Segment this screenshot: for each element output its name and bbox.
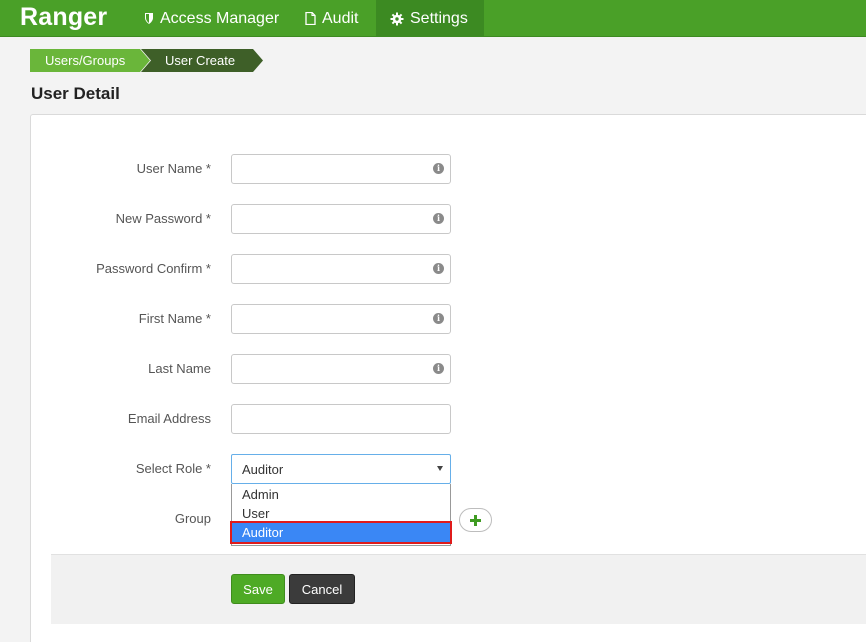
nav-audit-label: Audit bbox=[322, 9, 359, 27]
new-password-label: New Password * bbox=[115, 211, 211, 226]
top-nav-bar: Ranger Access Manager Audit Settings bbox=[0, 0, 866, 37]
file-icon bbox=[305, 12, 316, 25]
user-name-label: User Name * bbox=[136, 161, 211, 176]
email-address-input[interactable] bbox=[231, 404, 451, 434]
info-icon: i bbox=[433, 313, 444, 324]
first-name-label: First Name * bbox=[138, 311, 211, 326]
role-option-admin[interactable]: Admin bbox=[232, 485, 450, 504]
info-icon: i bbox=[433, 213, 444, 224]
info-icon: i bbox=[433, 263, 444, 274]
cancel-button[interactable]: Cancel bbox=[289, 574, 355, 604]
info-icon: i bbox=[433, 363, 444, 374]
role-select[interactable]: Auditor bbox=[231, 454, 451, 484]
breadcrumb-users-groups[interactable]: Users/Groups bbox=[30, 49, 150, 72]
email-address-label: Email Address bbox=[127, 411, 211, 426]
first-name-input[interactable]: i bbox=[231, 304, 451, 334]
last-name-label: Last Name bbox=[148, 361, 211, 376]
nav-settings[interactable]: Settings bbox=[376, 0, 484, 37]
save-button[interactable]: Save bbox=[231, 574, 285, 604]
page-title: User Detail bbox=[31, 84, 120, 103]
group-label: Group bbox=[174, 511, 211, 526]
nav-audit[interactable]: Audit bbox=[305, 0, 358, 37]
nav-access-manager[interactable]: Access Manager bbox=[144, 0, 279, 37]
user-name-input[interactable]: i bbox=[231, 154, 451, 184]
nav-settings-label: Settings bbox=[410, 9, 468, 27]
role-dropdown-list: Admin User Auditor bbox=[230, 484, 452, 546]
nav-access-manager-label: Access Manager bbox=[160, 9, 280, 27]
form-footer bbox=[51, 554, 866, 624]
plus-icon bbox=[470, 514, 481, 526]
shield-icon bbox=[144, 12, 154, 25]
new-password-input[interactable]: i bbox=[231, 204, 451, 234]
select-role-label: Select Role * bbox=[135, 461, 211, 476]
last-name-input[interactable]: i bbox=[231, 354, 451, 384]
info-icon: i bbox=[433, 163, 444, 174]
password-confirm-input[interactable]: i bbox=[231, 254, 451, 284]
add-group-button[interactable] bbox=[459, 508, 492, 532]
brand-logo[interactable]: Ranger bbox=[20, 3, 107, 32]
gear-icon bbox=[390, 12, 404, 26]
role-select-value: Auditor bbox=[242, 461, 284, 477]
role-option-auditor[interactable]: Auditor bbox=[230, 521, 452, 544]
caret-down-icon bbox=[437, 466, 443, 471]
password-confirm-label: Password Confirm * bbox=[96, 261, 211, 276]
role-option-user[interactable]: User bbox=[232, 504, 450, 523]
breadcrumb-user-create: User Create bbox=[141, 49, 263, 72]
